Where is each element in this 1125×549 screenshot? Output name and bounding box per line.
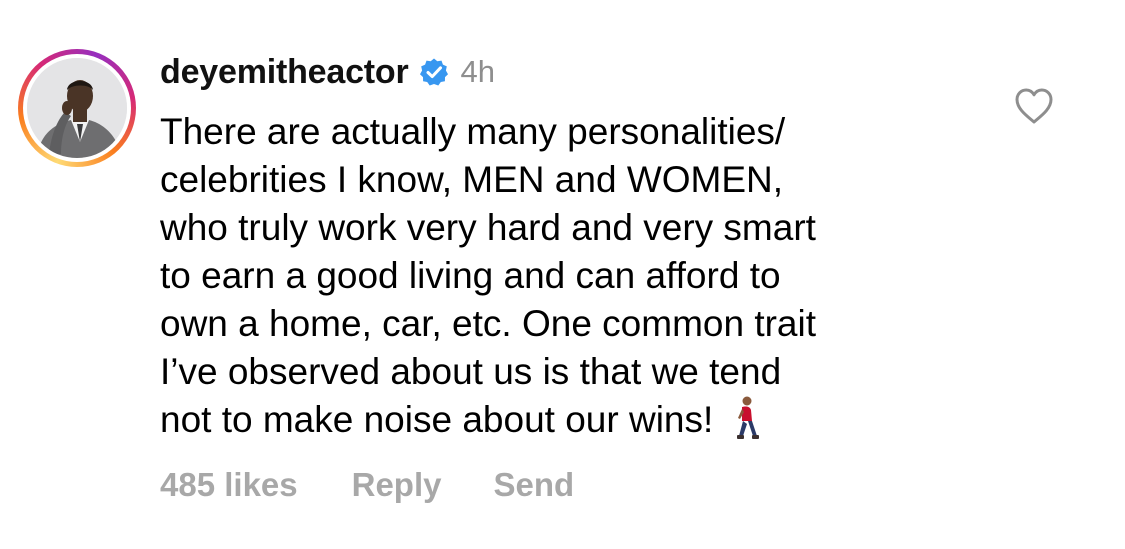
- verified-badge-icon: [419, 57, 449, 87]
- comment-body: There are actually many personalities/ c…: [160, 108, 980, 444]
- send-button[interactable]: Send: [494, 466, 575, 504]
- comment-text: There are actually many personalities/ c…: [160, 111, 817, 440]
- comment-actions: 485 likes Reply Send: [160, 466, 574, 504]
- likes-count[interactable]: 485 likes: [160, 466, 298, 504]
- comment-timestamp: 4h: [460, 54, 495, 89]
- username-link[interactable]: deyemitheactor: [160, 53, 409, 92]
- like-heart-icon[interactable]: [1013, 86, 1055, 126]
- person-walking-icon: [731, 396, 761, 440]
- comment-header: deyemitheactor 4h: [160, 52, 495, 92]
- avatar[interactable]: [27, 58, 127, 158]
- avatar-story-ring[interactable]: [18, 49, 136, 167]
- reply-button[interactable]: Reply: [352, 466, 442, 504]
- avatar-photo: [27, 58, 127, 158]
- comment: deyemitheactor 4h There are actually man…: [0, 0, 1125, 549]
